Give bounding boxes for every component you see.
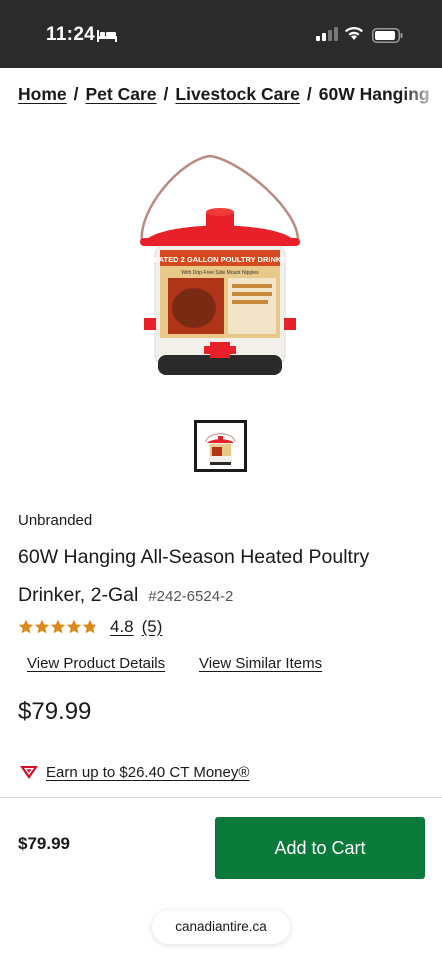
battery-icon: [372, 28, 403, 43]
cellular-signal-icon: [316, 27, 338, 41]
sleep-focus-icon: [97, 30, 117, 42]
ct-money-promo[interactable]: Earn up to $26.40 CT Money®: [20, 764, 249, 781]
breadcrumb: Home / Pet Care / Livestock Care/60W Hanging: [18, 84, 442, 112]
view-product-details-link[interactable]: View Product Details: [27, 655, 165, 672]
star-icon: [34, 619, 50, 634]
product-rating[interactable]: 4.8 (5): [18, 616, 162, 638]
browser-url-pill[interactable]: canadiantire.ca: [152, 910, 290, 944]
view-similar-items-link[interactable]: View Similar Items: [199, 655, 322, 672]
wifi-icon: [345, 26, 363, 40]
breadcrumb-pet-care[interactable]: Pet Care: [86, 84, 157, 104]
star-icon: [50, 619, 66, 634]
star-icon: [82, 619, 98, 634]
breadcrumb-separator: /: [73, 84, 79, 104]
breadcrumb-livestock-care[interactable]: Livestock Care: [175, 84, 300, 104]
rating-stars: [18, 619, 98, 635]
breadcrumb-fade: [402, 84, 442, 112]
product-title: 60W Hanging All-Season Heated Poultry Dr…: [18, 538, 418, 616]
product-brand: Unbranded: [18, 512, 93, 529]
product-thumbnail[interactable]: [194, 420, 247, 472]
breadcrumb-separator: /: [163, 84, 169, 104]
rating-count[interactable]: (5): [142, 617, 163, 637]
star-icon: [66, 619, 82, 634]
product-image[interactable]: HEATED 2 GALLON POULTRY DRINKER With Dri…: [130, 150, 310, 390]
rating-value[interactable]: 4.8: [110, 617, 134, 637]
status-time: 11:24: [46, 24, 96, 45]
add-to-cart-button[interactable]: Add to Cart: [215, 817, 425, 879]
ct-money-label[interactable]: Earn up to $26.40 CT Money®: [46, 764, 249, 781]
sticky-price: $79.99: [18, 834, 70, 853]
package-label-text: HEATED 2 GALLON POULTRY DRINKER: [148, 255, 292, 264]
star-icon: [18, 619, 34, 634]
package-subtext: With Drip-Free Side Mount Nipples: [181, 270, 259, 276]
breadcrumb-home[interactable]: Home: [18, 84, 67, 104]
breadcrumb-separator: /: [306, 84, 312, 104]
product-sku: #242-6524-2: [148, 588, 234, 605]
product-price: $79.99: [18, 698, 92, 725]
status-bar: 11:24: [0, 0, 442, 68]
ct-triangle-icon: [20, 765, 38, 779]
thumbnail-image: [205, 433, 236, 465]
